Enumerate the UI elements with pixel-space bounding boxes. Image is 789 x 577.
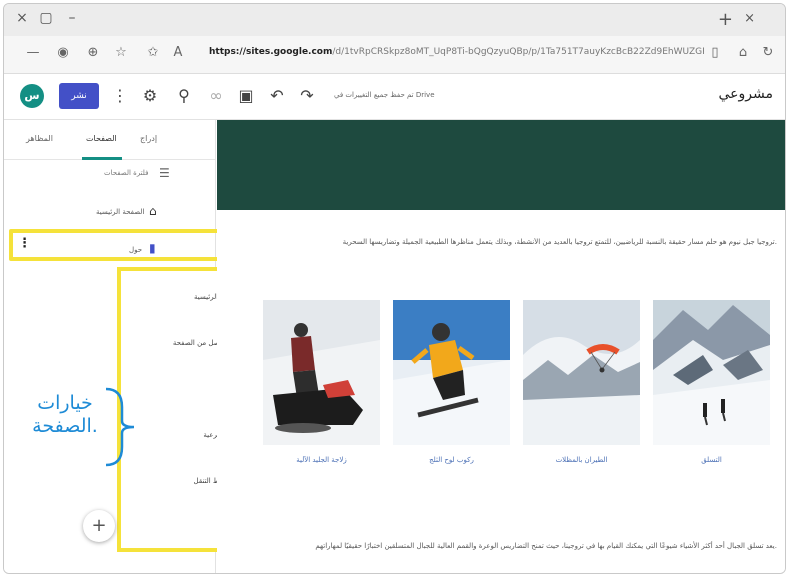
annotation-line-1: خيارات xyxy=(37,392,93,414)
tab-close-icon[interactable]: × xyxy=(744,11,755,26)
settings-gear-icon[interactable]: ⚙ xyxy=(140,86,160,105)
add-page-fab[interactable]: + xyxy=(83,510,115,542)
minimize-window-icon[interactable]: – xyxy=(62,10,82,26)
save-status: تم حفظ جميع التغييرات في Drive xyxy=(334,91,435,99)
url-path: /d/1tvRpCRSkpz8oMT_UqP8Ti-bQgQzyuQBp/p/1… xyxy=(332,47,704,57)
site-title[interactable]: مشروعي xyxy=(719,86,774,102)
maximize-window-icon[interactable]: ▢ xyxy=(36,10,56,26)
photo-paragliding[interactable] xyxy=(523,300,640,445)
photo-snowmobile[interactable] xyxy=(263,300,380,445)
annotation-brace xyxy=(105,387,135,467)
header-banner[interactable] xyxy=(217,120,785,210)
undo-icon[interactable]: ↶ xyxy=(267,86,287,105)
filter-icon: ☰ xyxy=(159,166,170,180)
tab-themes[interactable]: المظاهر xyxy=(26,134,53,143)
caption-paragliding[interactable]: الطيران بالمظلات xyxy=(523,456,640,464)
caption-climbing[interactable]: التسلق xyxy=(653,456,770,464)
filter-pages-row[interactable]: فلترة الصفحات ☰ xyxy=(4,164,215,186)
photo-climbing[interactable] xyxy=(653,300,770,445)
climbing-paragraph[interactable]: يعد تسلق الجبال أحد أكثر الأشياء شيوعًا … xyxy=(227,540,777,553)
photo-snowboarding[interactable] xyxy=(393,300,510,445)
favorites-icon[interactable]: ☆ xyxy=(112,45,130,60)
page-info-icon[interactable]: ▯ xyxy=(706,45,724,60)
menu-dash-icon[interactable]: — xyxy=(24,45,42,60)
sidebar-item-label: الصفحة الرئيسية xyxy=(96,208,145,216)
share-people-icon[interactable]: ⚲ xyxy=(174,86,194,105)
sites-toolbar: س نشر ⋮ ⚙ ⚲ ∞ ▣ ↶ ↷ تم حفظ جميع التغييرا… xyxy=(4,74,785,120)
preview-icon[interactable]: ▣ xyxy=(236,86,256,105)
page-canvas: تروجيا جبل نيوم هو حلم مسار حقيقة بالنسب… xyxy=(217,120,785,573)
profile-icon[interactable]: ◉ xyxy=(54,45,72,60)
intro-text[interactable]: تروجيا جبل نيوم هو حلم مسار حقيقة بالنسب… xyxy=(227,238,777,246)
url-field[interactable]: https://sites.google.com/d/1tvRpCRSkpz8o… xyxy=(209,47,704,57)
filter-label: فلترة الصفحات xyxy=(104,169,149,177)
annotation-line-2: الصفحة. xyxy=(32,415,98,437)
browser-window: × ▢ – + × — ◉ ⊕ ☆ ✩ A https://sites.goog… xyxy=(3,3,786,574)
caption-snowboarding[interactable]: ركوب لوح الثلج xyxy=(393,456,510,464)
house-icon: ⌂ xyxy=(149,204,157,218)
user-avatar[interactable]: س xyxy=(20,84,44,108)
page-options-kebab-icon[interactable]: ⋮ xyxy=(18,236,31,251)
redo-icon[interactable]: ↷ xyxy=(297,86,317,105)
new-tab-button[interactable]: + xyxy=(718,9,733,30)
link-icon[interactable]: ∞ xyxy=(206,86,226,105)
active-tab-indicator xyxy=(82,157,122,160)
tab-pages[interactable]: الصفحات xyxy=(86,134,117,143)
title-bar: × ▢ – + × xyxy=(4,4,785,36)
publish-button[interactable]: نشر xyxy=(59,83,99,109)
sidebar-item-home[interactable]: الصفحة الرئيسية ⌂ xyxy=(4,202,215,224)
extensions-icon[interactable]: ⊕ xyxy=(84,45,102,60)
address-bar: — ◉ ⊕ ☆ ✩ A https://sites.google.com/d/1… xyxy=(4,36,785,74)
sidebar-tabs: إدراج الصفحات المظاهر xyxy=(4,120,215,160)
caption-snowmobile[interactable]: زلاجة الجليد الآلية xyxy=(263,456,380,464)
tab-insert[interactable]: إدراج xyxy=(140,134,157,143)
read-aloud-icon[interactable]: A xyxy=(169,45,187,60)
close-window-icon[interactable]: × xyxy=(12,10,32,26)
page-options-annotation: خيارات الصفحة. xyxy=(20,392,110,438)
more-options-icon[interactable]: ⋮ xyxy=(110,86,130,105)
url-domain: https://sites.google.com xyxy=(209,47,333,57)
add-favorite-icon[interactable]: ✩ xyxy=(144,45,162,60)
home-icon[interactable]: ⌂ xyxy=(734,45,752,60)
refresh-icon[interactable]: ↻ xyxy=(759,45,777,60)
